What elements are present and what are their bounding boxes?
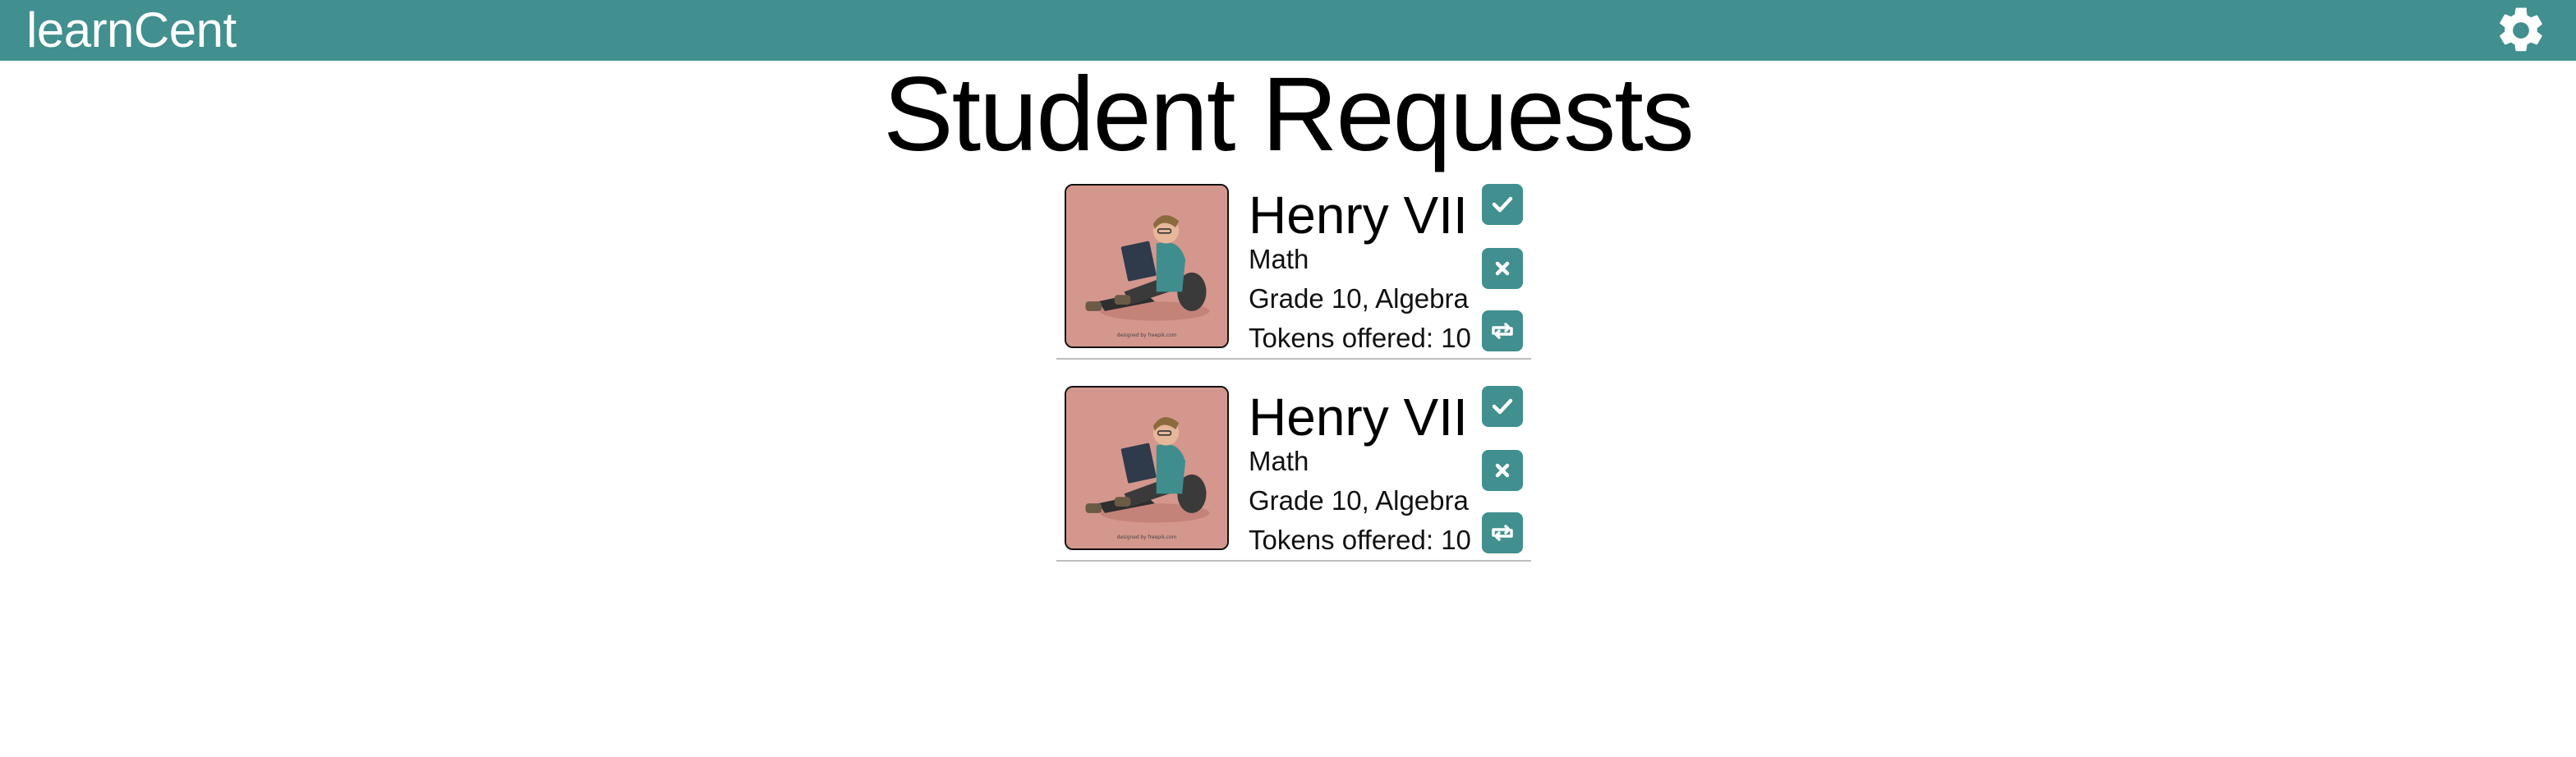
reject-button[interactable] (1482, 248, 1523, 289)
close-icon (1495, 261, 1510, 276)
student-avatar: designed by freepik.com (1065, 386, 1229, 550)
card-divider (1056, 358, 1531, 360)
app-brand[interactable]: learnCent (26, 0, 237, 61)
counter-offer-button[interactable] (1482, 512, 1523, 553)
retweet-icon (1492, 323, 1513, 339)
reject-button[interactable] (1482, 450, 1523, 491)
check-icon (1492, 398, 1513, 415)
student-name: Henry VII (1249, 186, 1468, 245)
close-icon (1495, 463, 1510, 478)
request-grade-topic: Grade 10, Algebra (1249, 283, 1469, 314)
accept-button[interactable] (1482, 386, 1523, 427)
request-subject: Math (1249, 446, 1309, 476)
request-list: designed by freepik.com Henry VII Math G… (1056, 182, 1531, 586)
gear-icon (2500, 7, 2542, 52)
request-grade-topic: Grade 10, Algebra (1249, 485, 1469, 516)
accept-button[interactable] (1482, 184, 1523, 225)
request-tokens: Tokens offered: 10 (1249, 525, 1471, 555)
student-name: Henry VII (1249, 388, 1468, 447)
top-navbar: learnCent (0, 0, 2576, 61)
request-subject: Math (1249, 244, 1309, 274)
student-avatar: designed by freepik.com (1065, 184, 1229, 348)
svg-text:designed by freepik.com: designed by freepik.com (1117, 333, 1177, 338)
counter-offer-button[interactable] (1482, 310, 1523, 351)
svg-text:designed by freepik.com: designed by freepik.com (1117, 535, 1177, 540)
request-card: designed by freepik.com Henry VII Math G… (1056, 384, 1531, 586)
page-title: Student Requests (883, 56, 1695, 173)
card-divider (1056, 560, 1531, 562)
retweet-icon (1492, 525, 1513, 541)
settings-button[interactable] (2494, 3, 2548, 57)
request-card: designed by freepik.com Henry VII Math G… (1056, 182, 1531, 384)
student-illustration: designed by freepik.com (1066, 186, 1227, 346)
student-illustration: designed by freepik.com (1066, 388, 1227, 548)
request-tokens: Tokens offered: 10 (1249, 323, 1471, 353)
check-icon (1492, 196, 1513, 213)
